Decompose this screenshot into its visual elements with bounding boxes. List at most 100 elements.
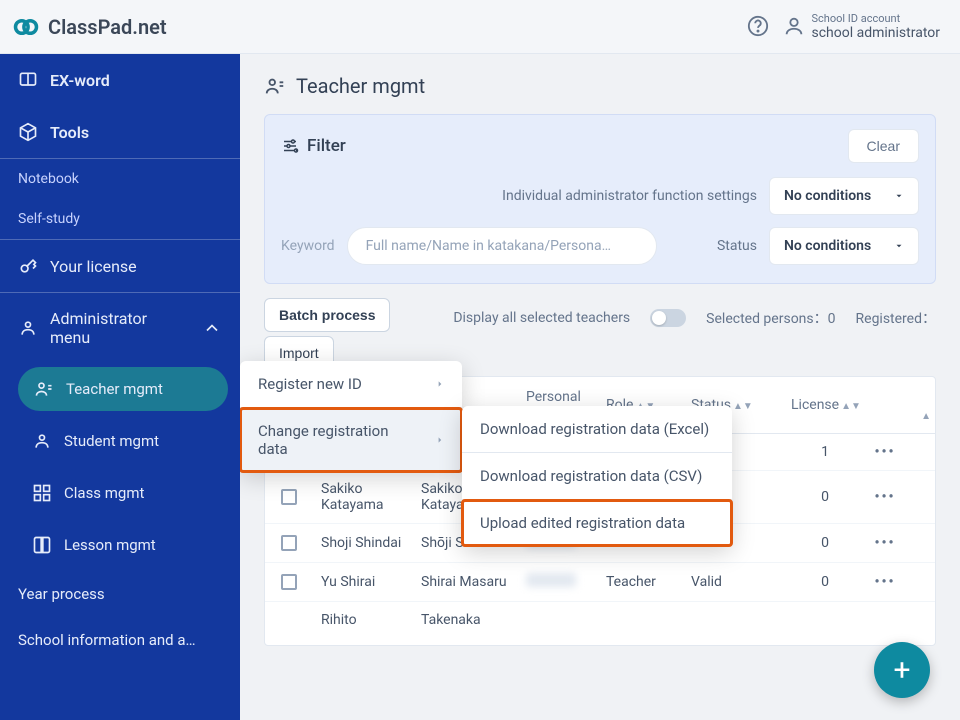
cell-name: Sakiko Katayama xyxy=(315,481,415,513)
brand-name: ClassPad.net xyxy=(48,15,167,39)
help-icon[interactable] xyxy=(747,15,769,37)
label: Teacher mgmt xyxy=(66,380,163,398)
label: Year process xyxy=(18,585,105,603)
sidebar-item-year-process[interactable]: Year process xyxy=(0,571,240,617)
filter-title: Filter xyxy=(307,136,346,156)
row-checkbox[interactable] xyxy=(281,489,297,505)
placeholder: Full name/Name in katakana/Persona… xyxy=(366,238,611,254)
selected-persons-label: Selected persons：0 xyxy=(706,308,835,328)
status-label: Status xyxy=(669,238,757,254)
teacher-icon xyxy=(264,75,286,97)
label: Register new ID xyxy=(258,375,362,393)
col-license[interactable]: License▲▼ xyxy=(785,397,865,413)
brand-logo[interactable]: ClassPad.net xyxy=(12,13,167,41)
cell-role: Teacher xyxy=(600,574,685,590)
page-title: Teacher mgmt xyxy=(264,74,936,98)
grid-icon xyxy=(32,483,52,503)
sidebar-item-admin-menu[interactable]: Administrator menu xyxy=(0,293,240,363)
caret-down-icon xyxy=(894,241,904,251)
teacher-icon xyxy=(34,379,54,399)
chevron-right-icon xyxy=(436,434,444,446)
sidebar-item-tools[interactable]: Tools xyxy=(0,106,240,159)
sidebar-item-lesson-mgmt[interactable]: Lesson mgmt xyxy=(0,519,240,571)
select-value: No conditions xyxy=(784,238,871,254)
sort-icon: ▲▼ xyxy=(841,401,861,412)
topbar: ClassPad.net School ID account school ad… xyxy=(0,0,960,54)
label: Your license xyxy=(50,257,137,276)
label: Administrator menu xyxy=(50,309,190,347)
add-button[interactable]: + xyxy=(874,642,930,698)
cell-pid-blurred xyxy=(526,573,576,587)
sidebar-item-notebook[interactable]: Notebook xyxy=(0,159,240,199)
registered-label: Registered： xyxy=(856,308,936,328)
menu-item-download-csv[interactable]: Download registration data (CSV) xyxy=(462,453,732,499)
menu-item-change-registration[interactable]: Change registration data xyxy=(240,408,462,472)
indiv-admin-select[interactable]: No conditions xyxy=(769,177,919,215)
cell-kana: Takenaka xyxy=(415,612,520,628)
cell-license: 0 xyxy=(785,574,865,590)
account-block[interactable]: School ID account school administrator xyxy=(783,12,940,42)
student-icon xyxy=(32,431,52,451)
row-checkbox[interactable] xyxy=(281,574,297,590)
sidebar-item-selfstudy[interactable]: Self-study xyxy=(0,199,240,240)
label: EX-word xyxy=(50,71,110,90)
label: Lesson mgmt xyxy=(64,536,156,554)
sidebar-item-student-mgmt[interactable]: Student mgmt xyxy=(0,415,240,467)
sidebar-item-license[interactable]: Your license xyxy=(0,240,240,293)
change-registration-submenu: Download registration data (Excel) Downl… xyxy=(462,406,732,546)
row-actions-button[interactable]: ••• xyxy=(874,444,895,460)
display-all-toggle[interactable] xyxy=(650,309,686,327)
table-row[interactable]: Yu Shirai Shirai Masaru Teacher Valid 0 … xyxy=(265,563,935,602)
import-submenu: Register new ID Change registration data xyxy=(240,361,462,472)
cell-license: 0 xyxy=(785,535,865,551)
label: Tools xyxy=(50,123,89,142)
row-checkbox[interactable] xyxy=(281,535,297,551)
keyword-label: Keyword xyxy=(281,238,335,254)
account-line2: school administrator xyxy=(811,25,940,42)
page-title-text: Teacher mgmt xyxy=(296,74,425,98)
book-icon xyxy=(32,535,52,555)
clear-button[interactable]: Clear xyxy=(848,129,919,163)
sliders-icon xyxy=(281,137,299,155)
label: Self-study xyxy=(18,211,80,227)
label: Change registration data xyxy=(258,422,418,458)
sidebar-item-school-info[interactable]: School information and a… xyxy=(0,617,240,663)
box-icon xyxy=(18,122,38,142)
user-icon xyxy=(783,15,805,37)
indiv-admin-label: Individual administrator function settin… xyxy=(281,187,757,205)
cell-license: 1 xyxy=(785,444,865,460)
keyword-input[interactable]: Full name/Name in katakana/Persona… xyxy=(347,227,657,265)
label: School information and a… xyxy=(18,631,196,649)
chevron-right-icon xyxy=(436,378,444,390)
label: Class mgmt xyxy=(64,484,144,502)
key-icon xyxy=(18,256,38,276)
display-all-label: Display all selected teachers xyxy=(453,310,630,326)
label: Upload edited registration data xyxy=(480,514,685,532)
batch-process-button[interactable]: Batch process xyxy=(264,298,390,332)
menu-item-register-new[interactable]: Register new ID xyxy=(240,361,462,407)
sidebar: EX-word Tools Notebook Self-study Your l… xyxy=(0,54,240,720)
brand-icon xyxy=(12,13,40,41)
cell-kana: Shirai Masaru xyxy=(415,574,520,590)
label: Student mgmt xyxy=(64,432,159,450)
select-value: No conditions xyxy=(784,188,871,204)
cell-status: Valid xyxy=(685,574,785,590)
table-row[interactable]: Rihito Takenaka xyxy=(265,602,935,638)
main-content: Teacher mgmt Filter Clear Individual adm… xyxy=(240,54,960,720)
sidebar-item-teacher-mgmt[interactable]: Teacher mgmt xyxy=(18,367,228,411)
row-actions-button[interactable]: ••• xyxy=(874,489,895,505)
chevron-up-icon xyxy=(202,318,222,338)
sidebar-item-exword[interactable]: EX-word xyxy=(0,54,240,106)
row-actions-button[interactable]: ••• xyxy=(874,535,895,551)
cell-license: 0 xyxy=(785,489,865,505)
scroll-up-icon[interactable]: ▲ xyxy=(921,411,931,422)
label: Download registration data (Excel) xyxy=(480,420,709,438)
row-actions-button[interactable]: ••• xyxy=(874,574,895,590)
menu-item-download-excel[interactable]: Download registration data (Excel) xyxy=(462,406,732,452)
status-select[interactable]: No conditions xyxy=(769,227,919,265)
menu-item-upload-edited[interactable]: Upload edited registration data xyxy=(462,500,732,546)
sidebar-item-class-mgmt[interactable]: Class mgmt xyxy=(0,467,240,519)
process-row: Batch process Import Display all selecte… xyxy=(264,298,936,370)
plus-icon: + xyxy=(893,653,910,688)
account-line1: School ID account xyxy=(811,12,940,25)
